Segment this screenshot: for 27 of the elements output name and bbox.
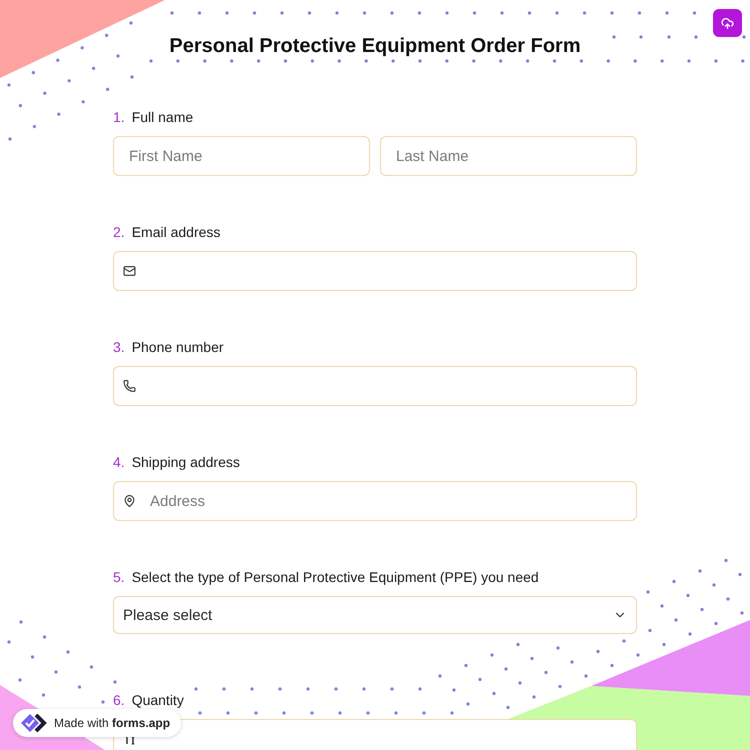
question-number: 3. bbox=[113, 339, 125, 356]
question-label: Email address bbox=[132, 224, 220, 241]
question-label: Phone number bbox=[132, 339, 224, 356]
dropdown-field[interactable]: Please select bbox=[113, 596, 637, 634]
logo-icon bbox=[20, 712, 48, 734]
cloud-upload-icon bbox=[721, 16, 734, 30]
question-number: 4. bbox=[113, 454, 125, 471]
question-number: 2. bbox=[113, 224, 125, 241]
mail-icon bbox=[123, 264, 136, 278]
question-label: Select the type of Personal Protective Equipment (PPE) you need bbox=[132, 569, 539, 586]
phone-icon bbox=[123, 380, 136, 392]
form-title: Personal Protective Equipment Order Form bbox=[169, 34, 581, 58]
question-label: Quantity bbox=[132, 692, 184, 709]
quantity-field[interactable] bbox=[113, 719, 637, 750]
email-field[interactable] bbox=[113, 251, 637, 291]
address-field[interactable]: Address bbox=[113, 481, 637, 521]
name-input-field[interactable]: First Name bbox=[113, 136, 370, 176]
question-number: 6. bbox=[113, 692, 125, 709]
map-pin-icon bbox=[123, 494, 136, 508]
phone-field[interactable] bbox=[113, 366, 637, 406]
question-label: Full name bbox=[132, 109, 194, 126]
made-with-link[interactable]: Made with forms.app bbox=[13, 709, 182, 737]
name-input-field[interactable]: Last Name bbox=[380, 136, 637, 176]
question-number: 1. bbox=[113, 109, 125, 126]
upload-button[interactable] bbox=[713, 9, 742, 37]
question-number: 5. bbox=[113, 569, 125, 586]
question-label: Shipping address bbox=[132, 454, 240, 471]
